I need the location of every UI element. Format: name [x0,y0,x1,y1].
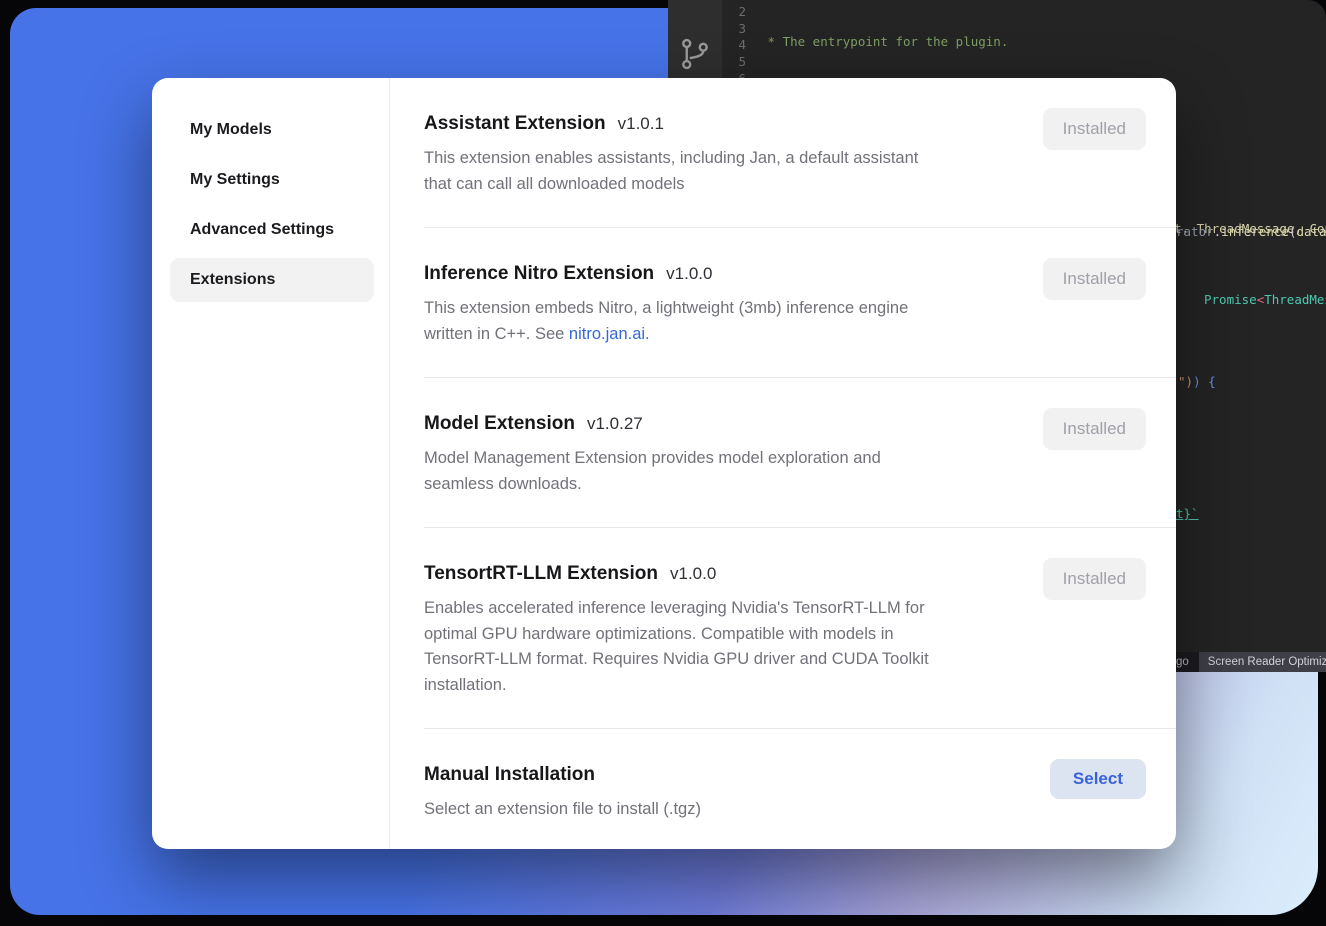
nav-item-my-models[interactable]: My Models [170,108,374,152]
manual-installation-row: Manual Installation Select an extension … [424,729,1176,853]
nav-item-advanced-settings[interactable]: Advanced Settings [170,208,374,252]
extension-title: Model Extensionv1.0.27 [424,411,1146,437]
manual-installation-description: Select an extension file to install (.tg… [424,797,1024,823]
installed-button[interactable]: Installed [1043,558,1146,600]
select-button[interactable]: Select [1050,759,1146,799]
settings-nav: My Models My Settings Advanced Settings … [152,78,390,849]
installed-button[interactable]: Installed [1043,408,1146,450]
extension-row: Model Extensionv1.0.27 Model Management … [424,378,1176,528]
extensions-list: Assistant Extensionv1.0.1 This extension… [424,78,1176,853]
source-control-icon[interactable] [677,36,713,72]
code-fragment: t}` [1176,506,1199,521]
nav-item-my-settings[interactable]: My Settings [170,158,374,202]
extension-description: This extension embeds Nitro, a lightweig… [424,296,1024,347]
extension-title: TensortRT-LLM Extensionv1.0.0 [424,561,1146,587]
screen-reader-status-item[interactable]: Screen Reader Optimized [1199,652,1326,672]
extension-title: Inference Nitro Extensionv1.0.0 [424,261,1146,287]
code-fragment: ")) { [1178,374,1216,389]
line-numbers: 2 3 4 5 6 [722,4,746,87]
installed-button[interactable]: Installed [1043,108,1146,150]
code-fragment: Promise<ThreadMessage> [1204,292,1326,307]
extension-row: Assistant Extensionv1.0.1 This extension… [424,78,1176,228]
nitro-jan-ai-link[interactable]: nitro.jan.ai. [569,325,650,343]
code-fragment: rator.inference(data)); [1176,224,1326,239]
nav-item-extensions[interactable]: Extensions [170,258,374,302]
extension-title: Manual Installation [424,762,1146,788]
extension-row: TensortRT-LLM Extensionv1.0.0 Enables ac… [424,528,1176,729]
settings-panel: My Models My Settings Advanced Settings … [152,78,1176,849]
status-left-text: go [1176,656,1189,668]
extension-description: This extension enables assistants, inclu… [424,146,1024,197]
extension-title: Assistant Extensionv1.0.1 [424,111,1146,137]
extension-description: Model Management Extension provides mode… [424,446,1024,497]
installed-button[interactable]: Installed [1043,258,1146,300]
extension-row: Inference Nitro Extensionv1.0.0 This ext… [424,228,1176,378]
extension-description: Enables accelerated inference leveraging… [424,596,1024,698]
